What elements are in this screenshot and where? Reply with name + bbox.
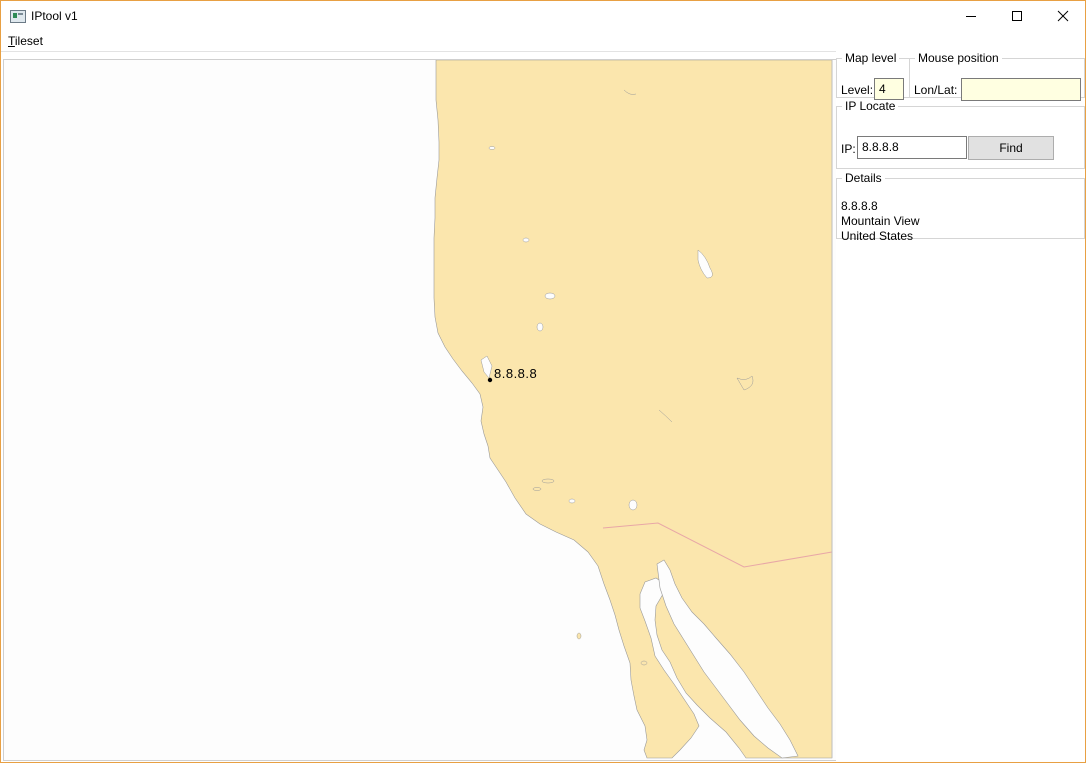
- map-level-legend: Map level: [845, 51, 897, 65]
- land-mass: [433, 60, 833, 759]
- level-label: Level:: [841, 83, 874, 97]
- lake-3: [522, 237, 530, 243]
- lake-2: [536, 322, 544, 332]
- close-icon: [1057, 10, 1069, 22]
- ip-locate-legend: IP Locate: [845, 99, 896, 113]
- details-legend: Details: [845, 171, 882, 185]
- lake-6: [488, 146, 496, 150]
- window-title: IPtool v1: [31, 9, 78, 23]
- app-window: IPtool v1 Tileset 8.8.8.8 Map level Leve…: [0, 0, 1086, 763]
- location-marker[interactable]: [487, 377, 493, 383]
- ip-locate-group: IP Locate IP: 8.8.8.8 Find: [836, 99, 1085, 169]
- ip-input[interactable]: 8.8.8.8: [857, 136, 967, 159]
- ip-label: IP:: [841, 142, 856, 156]
- menu-tileset-label: ileset: [14, 34, 43, 48]
- details-text: 8.8.8.8 Mountain View United States: [841, 199, 920, 244]
- level-input[interactable]: 4: [874, 78, 904, 100]
- lonlat-label: Lon/Lat:: [914, 83, 958, 97]
- maximize-icon: [1012, 11, 1022, 21]
- menu-bar: Tileset: [1, 31, 1085, 52]
- maximize-button[interactable]: [994, 1, 1040, 31]
- details-city: Mountain View: [841, 214, 920, 228]
- menu-tileset-accelerator: T: [8, 34, 15, 48]
- mouse-position-group: Mouse position Lon/Lat:: [909, 51, 1085, 101]
- side-panel: Map level Level: 4 Mouse position Lon/La…: [836, 51, 1085, 762]
- app-icon: [10, 10, 26, 23]
- lonlat-input[interactable]: [961, 78, 1081, 101]
- marker-label: 8.8.8.8: [494, 366, 538, 381]
- title-bar[interactable]: IPtool v1: [1, 1, 1085, 31]
- details-group: Details 8.8.8.8 Mountain View United Sta…: [836, 171, 1085, 243]
- map-view[interactable]: 8.8.8.8: [3, 59, 837, 761]
- lake-4: [628, 499, 638, 511]
- minimize-icon: [966, 16, 976, 17]
- details-ip: 8.8.8.8: [841, 199, 878, 213]
- island-3: [576, 632, 582, 640]
- details-country: United States: [841, 229, 914, 243]
- menu-tileset[interactable]: Tileset: [8, 34, 43, 48]
- mouse-position-legend: Mouse position: [918, 51, 999, 65]
- map-canvas[interactable]: [4, 60, 836, 760]
- island-2: [532, 487, 542, 491]
- close-button[interactable]: [1040, 1, 1085, 31]
- lake-5: [568, 498, 576, 504]
- find-button[interactable]: Find: [968, 136, 1054, 160]
- island-4: [640, 660, 648, 666]
- map-level-group: Map level Level: 4: [836, 51, 910, 100]
- island-1: [541, 478, 555, 484]
- minimize-button[interactable]: [948, 1, 994, 31]
- lake-1: [544, 292, 556, 300]
